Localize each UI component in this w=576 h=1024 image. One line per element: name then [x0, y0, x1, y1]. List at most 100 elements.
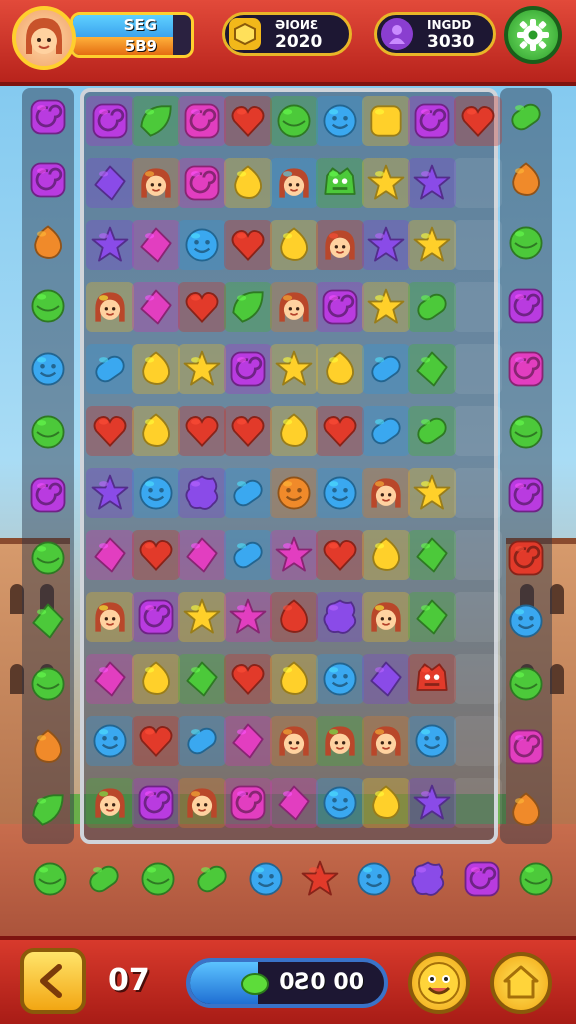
left-column-candy[interactable] [24, 785, 72, 835]
right-column-candy[interactable] [502, 218, 550, 268]
board-cell[interactable] [178, 96, 226, 146]
board-cell[interactable] [408, 778, 456, 828]
board-cell[interactable] [316, 592, 364, 642]
board-cell[interactable] [362, 778, 410, 828]
board-cell[interactable] [408, 716, 456, 766]
board-cell[interactable] [132, 592, 180, 642]
board-cell[interactable] [454, 158, 502, 208]
tray-candy[interactable] [80, 854, 128, 904]
board-cell[interactable] [408, 468, 456, 518]
board-cell[interactable] [454, 406, 502, 456]
board-cell[interactable] [362, 654, 410, 704]
board-cell[interactable] [408, 592, 456, 642]
board-cell[interactable] [270, 406, 318, 456]
board-cell[interactable] [86, 530, 134, 580]
board-cell[interactable] [316, 406, 364, 456]
right-column-candy[interactable] [502, 92, 550, 142]
board-cell[interactable] [454, 468, 502, 518]
board-cell[interactable] [224, 716, 272, 766]
right-column-candy[interactable] [502, 659, 550, 709]
board-cell[interactable] [132, 654, 180, 704]
left-column-candy[interactable] [24, 281, 72, 331]
left-column-candy[interactable] [24, 218, 72, 268]
board-cell[interactable] [454, 530, 502, 580]
board-cell[interactable] [454, 592, 502, 642]
emoji-button[interactable] [408, 952, 470, 1014]
board-cell[interactable] [178, 344, 226, 394]
board-cell[interactable] [178, 716, 226, 766]
left-column-candy[interactable] [24, 155, 72, 205]
board-cell[interactable] [362, 158, 410, 208]
board-cell[interactable] [454, 220, 502, 270]
board-cell[interactable] [132, 778, 180, 828]
tray-candy[interactable] [26, 854, 74, 904]
board-cell[interactable] [454, 344, 502, 394]
board-cell[interactable] [316, 778, 364, 828]
board-cell[interactable] [132, 406, 180, 456]
board-cell[interactable] [270, 592, 318, 642]
board-cell[interactable] [454, 654, 502, 704]
board-cell[interactable] [178, 530, 226, 580]
board-cell[interactable] [178, 778, 226, 828]
board-cell[interactable] [224, 592, 272, 642]
right-column-candy[interactable] [502, 470, 550, 520]
board-cell[interactable] [362, 468, 410, 518]
board-cell[interactable] [454, 778, 502, 828]
board-cell[interactable] [86, 716, 134, 766]
board-cell[interactable] [178, 654, 226, 704]
tray-candy[interactable] [296, 854, 344, 904]
tray-candy[interactable] [350, 854, 398, 904]
board-cell[interactable] [316, 282, 364, 332]
board-cell[interactable] [316, 716, 364, 766]
right-column-candy[interactable] [502, 281, 550, 331]
left-column-candy[interactable] [24, 470, 72, 520]
board-cell[interactable] [270, 654, 318, 704]
board-cell[interactable] [362, 282, 410, 332]
tray-candy[interactable] [458, 854, 506, 904]
board-cell[interactable] [178, 282, 226, 332]
board-cell[interactable] [408, 406, 456, 456]
left-column-candy[interactable] [24, 92, 72, 142]
board-cell[interactable] [316, 96, 364, 146]
board-cell[interactable] [224, 406, 272, 456]
board-cell[interactable] [362, 344, 410, 394]
board-cell[interactable] [178, 406, 226, 456]
right-column-candy[interactable] [502, 785, 550, 835]
settings-button[interactable] [504, 6, 562, 64]
board-cell[interactable] [86, 158, 134, 208]
board-cell[interactable] [224, 96, 272, 146]
right-column-candy[interactable] [502, 722, 550, 772]
board-cell[interactable] [316, 220, 364, 270]
board-cell[interactable] [316, 158, 364, 208]
board-cell[interactable] [86, 96, 134, 146]
board-cell[interactable] [270, 778, 318, 828]
tray-candy[interactable] [512, 854, 560, 904]
board-cell[interactable] [408, 220, 456, 270]
board-cell[interactable] [178, 592, 226, 642]
board-cell[interactable] [270, 158, 318, 208]
right-column-candy[interactable] [502, 344, 550, 394]
board-cell[interactable] [132, 158, 180, 208]
board-cell[interactable] [86, 220, 134, 270]
board-cell[interactable] [270, 530, 318, 580]
board-cell[interactable] [224, 468, 272, 518]
board-cell[interactable] [408, 654, 456, 704]
board-cell[interactable] [132, 96, 180, 146]
right-column-candy[interactable] [502, 533, 550, 583]
board-cell[interactable] [362, 716, 410, 766]
board-cell[interactable] [132, 716, 180, 766]
board-cell[interactable] [132, 220, 180, 270]
left-column-candy[interactable] [24, 596, 72, 646]
board-cell[interactable] [408, 282, 456, 332]
board-cell[interactable] [224, 654, 272, 704]
board-cell[interactable] [270, 344, 318, 394]
board-cell[interactable] [86, 282, 134, 332]
board-cell[interactable] [362, 592, 410, 642]
board-cell[interactable] [408, 530, 456, 580]
board-cell[interactable] [224, 530, 272, 580]
board-cell[interactable] [408, 158, 456, 208]
board-cell[interactable] [224, 158, 272, 208]
board-cell[interactable] [362, 406, 410, 456]
board-cell[interactable] [270, 468, 318, 518]
tray-candy[interactable] [242, 854, 290, 904]
